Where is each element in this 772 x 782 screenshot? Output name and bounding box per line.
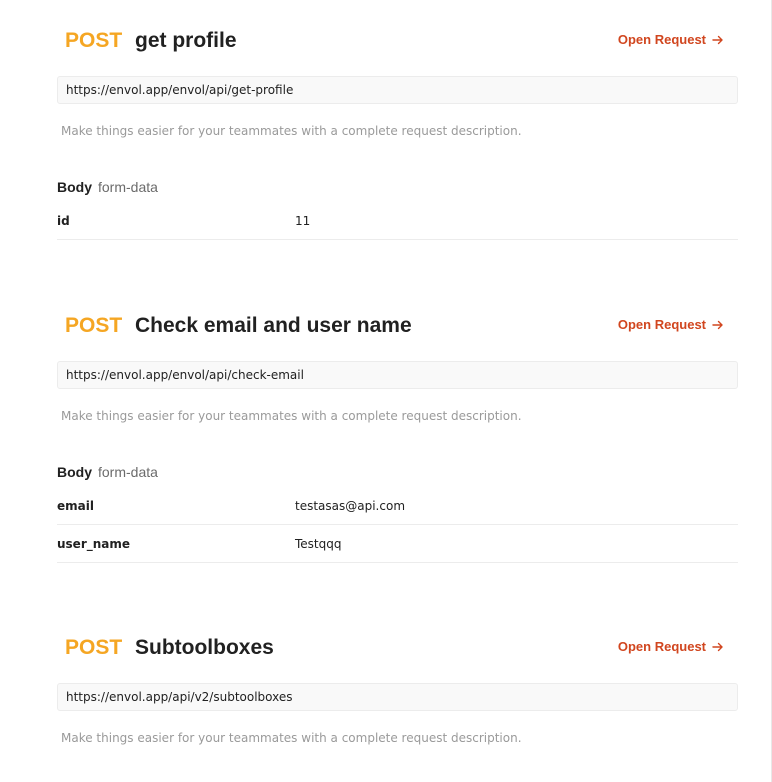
param-value: testasas@api.com [295, 498, 406, 513]
request-title: get profile [135, 29, 237, 52]
request-check-email: POST Check email and user name Open Requ… [57, 312, 738, 563]
param-key: id [57, 213, 70, 228]
request-url[interactable]: https://envol.app/api/v2/subtoolboxes [57, 683, 738, 711]
arrow-right-icon [712, 642, 723, 651]
open-request-link[interactable]: Open Request [618, 317, 724, 332]
request-description: Make things easier for your teammates wi… [61, 124, 522, 138]
request-url[interactable]: https://envol.app/envol/api/get-profile [57, 76, 738, 104]
open-request-label: Open Request [617, 32, 706, 47]
open-request-link[interactable]: Open Request [618, 32, 724, 47]
request-title: Check email and user name [135, 314, 412, 337]
arrow-right-icon [712, 320, 723, 329]
body-label: Body [57, 464, 92, 480]
body-heading: Body form-data [57, 464, 738, 480]
body-heading: Body form-data [57, 179, 738, 195]
param-value: Testqqq [295, 536, 342, 551]
request-subtoolboxes: POST Subtoolboxes Open Request https://e… [57, 634, 738, 745]
param-key: email [57, 498, 94, 513]
body-label: Body [57, 179, 92, 195]
body-type: form-data [98, 464, 158, 480]
param-row: email testasas@api.com [57, 487, 738, 525]
params-table: email testasas@api.com user_name Testqqq [57, 487, 738, 563]
params-table: id 11 [57, 202, 738, 240]
request-url[interactable]: https://envol.app/envol/api/check-email [57, 361, 738, 389]
body-type: form-data [98, 179, 158, 195]
param-value: 11 [295, 213, 311, 228]
request-title: Subtoolboxes [135, 636, 274, 659]
request-description: Make things easier for your teammates wi… [61, 731, 522, 745]
method-badge: POST [65, 314, 123, 337]
param-key: user_name [57, 536, 131, 551]
param-row: user_name Testqqq [57, 525, 738, 563]
method-badge: POST [65, 29, 123, 52]
param-row: id 11 [57, 202, 738, 240]
open-request-label: Open Request [617, 639, 706, 654]
request-header: POST Subtoolboxes Open Request [57, 634, 738, 670]
request-get-profile: POST get profile Open Request https://en… [57, 27, 738, 240]
request-description: Make things easier for your teammates wi… [61, 409, 522, 423]
open-request-link[interactable]: Open Request [618, 639, 724, 654]
arrow-right-icon [712, 35, 723, 44]
open-request-label: Open Request [617, 317, 706, 332]
request-header: POST get profile Open Request [57, 27, 738, 63]
request-header: POST Check email and user name Open Requ… [57, 312, 738, 348]
method-badge: POST [65, 636, 123, 659]
